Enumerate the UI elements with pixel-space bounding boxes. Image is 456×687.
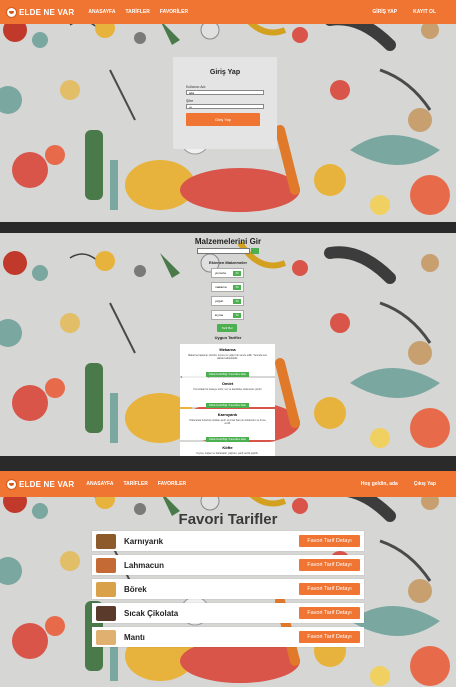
ingredients-title: Malzemelerini Gir [194,237,262,246]
ingredient-item: makarna Sil [211,282,244,292]
favorite-name: Lahmacun [124,560,165,570]
username-field[interactable]: ada [186,90,264,95]
favorite-name: Mantı [124,632,145,642]
ingredient-name: makarna [215,285,227,289]
ingredients-screen: Malzemelerini Gir Eklenen Malzemeler yum… [0,233,456,456]
recipe-card: Omlet Yumurtalar bir kaseye kırılır, tuz… [180,378,275,408]
favorite-detail-button[interactable]: Favori Tarif Detayı [299,535,360,547]
recipe-description: Kıyma, soğan ve baharatlar yoğrulur, şek… [196,452,259,455]
pot-icon [6,6,17,18]
favorite-name: Sıcak Çikolata [124,608,179,618]
nav-home[interactable]: ANASAYFA [86,481,113,487]
recipe-name: Mekarna [219,347,236,352]
favorite-detail-button[interactable]: Favori Tarif Detayı [299,559,360,571]
ingredient-item: yumurta Sil [211,268,244,278]
favorite-item: Karnıyarık Favori Tarif Detayı [92,531,364,551]
recipe-card: Köfte Kıyma, soğan ve baharatlar yoğrulu… [180,442,275,456]
ingredient-item: kıyma Sil [211,310,244,320]
nav-register[interactable]: KAYIT OL [413,9,436,15]
ingredient-name: kıyma [215,313,224,317]
recipe-thumbnail [96,557,116,573]
favorite-item: Mantı Favori Tarif Detayı [92,627,364,647]
recipe-name: Omlet [221,381,234,386]
login-title: Giriş Yap [209,69,241,76]
favorite-item: Börek Favori Tarif Detayı [92,579,364,599]
nav-home[interactable]: ANASAYFA [88,9,115,15]
nav-recipes[interactable]: TARİFLER [123,481,147,487]
ingredient-input[interactable] [197,248,250,254]
remove-ingredient-button[interactable]: Sil [233,284,241,290]
recipe-info-button[interactable]: Daha Fazla Bilgi / Favorilere Ekle [206,372,249,377]
nav-favorites[interactable]: FAVORİLER [160,9,188,15]
recipe-thumbnail [96,533,116,549]
favorite-item: Lahmacun Favori Tarif Detayı [92,555,364,575]
login-screen: ELDE NE VAR ANASAYFA TARİFLER FAVORİLER … [0,0,456,222]
username-label: Kullanıcı Adı [186,85,206,89]
login-button[interactable]: Giriş Yap [186,113,260,126]
login-form: Giriş Yap Kullanıcı Adı ada Şifre ••• Gi… [173,57,277,149]
recipe-name: Köfte [222,445,233,450]
remove-ingredient-button[interactable]: Sil [233,270,241,276]
logo[interactable]: ELDE NE VAR [6,478,75,490]
ingredient-input-row [197,248,259,254]
pot-icon [6,478,17,490]
favorites-screen: ELDE NE VAR ANASAYFA TARİFLER FAVORİLER … [0,471,456,687]
navbar: ELDE NE VAR ANASAYFA TARİFLER FAVORİLER … [0,0,456,24]
favorite-name: Börek [124,584,147,594]
recipe-thumbnail [96,605,116,621]
recipe-card: Mekarna Makarna haşlanıp süzülür, kıyma … [180,344,275,377]
favorite-item: Sıcak Çikolata Favori Tarif Detayı [92,603,364,623]
ingredient-name: yoğurt [215,299,224,303]
favorite-detail-button[interactable]: Favori Tarif Detayı [299,607,360,619]
favorite-detail-button[interactable]: Favori Tarif Detayı [299,631,360,643]
recipe-name: Karnıyarık [217,412,238,417]
nav-recipes[interactable]: TARİFLER [125,9,149,15]
suitable-recipes-title: Uygun Tarifler [214,335,242,340]
recipe-thumbnail [96,581,116,597]
favorites-title: Favori Tarifler [178,511,278,528]
add-ingredient-button[interactable] [251,248,259,254]
ingredient-name: yumurta [215,271,226,275]
user-greeting: Hoş geldin, ada [360,481,398,487]
recipe-thumbnail [96,629,116,645]
brand-name: ELDE NE VAR [19,479,75,489]
added-ingredients-title: Eklenen Malzemeler [208,260,248,265]
remove-ingredient-button[interactable]: Sil [233,312,241,318]
recipe-description: Yumurtalar bir kaseye kırılır, tuz ve ka… [192,388,263,391]
favorite-detail-button[interactable]: Favori Tarif Detayı [299,583,360,595]
recipe-card: Karnıyarık Patlıcanlar kızartılıp ortala… [180,409,275,442]
password-field[interactable]: ••• [186,104,264,109]
ingredient-item: yoğurt Sil [211,296,244,306]
recipe-info-button[interactable]: Daha Fazla Bilgi / Favorilere Ekle [206,403,249,408]
find-recipes-button[interactable]: Tarif Bul [217,324,237,332]
nav-logout[interactable]: Çıkış Yap [414,481,436,487]
brand-name: ELDE NE VAR [19,7,75,17]
remove-ingredient-button[interactable]: Sil [233,298,241,304]
recipe-description: Makarna haşlanıp süzülür, kıyma ve yoğur… [188,354,267,360]
favorite-name: Karnıyarık [124,536,164,546]
nav-login[interactable]: GİRİŞ YAP [372,9,397,15]
logo[interactable]: ELDE NE VAR [6,6,75,18]
password-label: Şifre [186,99,194,103]
navbar: ELDE NE VAR ANASAYFA TARİFLER FAVORİLER … [0,471,456,497]
nav-favorites[interactable]: FAVORİLER [158,481,186,487]
recipe-description: Patlıcanlar kızartılıp ortaları açılır, … [189,419,266,425]
